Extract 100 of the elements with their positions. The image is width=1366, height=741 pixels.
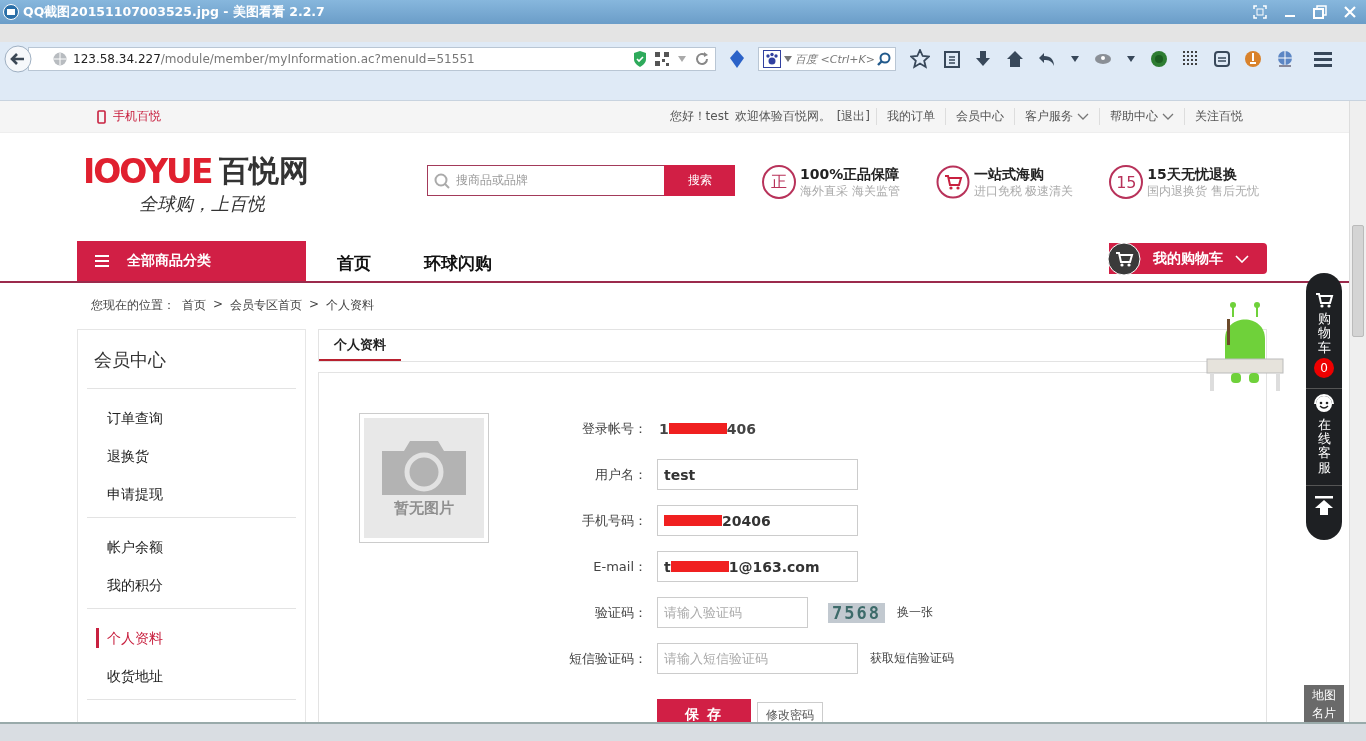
phone-icon xyxy=(97,109,106,124)
sidebar-item[interactable]: 帐户余额 xyxy=(87,528,296,566)
top-link[interactable]: 我的订单 xyxy=(876,108,945,125)
globe-icon xyxy=(53,52,67,66)
breadcrumb-label: 您现在的位置： xyxy=(91,297,175,314)
search-icon[interactable] xyxy=(877,52,891,66)
clipboard-icon[interactable] xyxy=(944,50,960,68)
sidebar-item[interactable]: 订单查询 xyxy=(87,399,296,437)
caret-icon[interactable] xyxy=(1126,55,1136,63)
tab[interactable]: 个人资料 xyxy=(319,330,401,361)
nav-link[interactable]: 首页 xyxy=(337,252,393,281)
up-arrow-icon xyxy=(1314,496,1334,517)
slogan-text: 全球购，上百悦 xyxy=(139,192,266,216)
caret-icon[interactable] xyxy=(1070,55,1080,63)
grid-icon[interactable] xyxy=(1182,50,1200,68)
sms-code-link[interactable]: 获取短信验证码 xyxy=(870,650,954,667)
feature-title: 一站式海购 xyxy=(973,165,1045,184)
map-card-button[interactable]: 地图名片 xyxy=(1304,685,1344,722)
account-value: 1 406 xyxy=(658,420,756,437)
feature-title: 100%正品保障 xyxy=(800,165,900,184)
headset-icon xyxy=(1313,392,1335,415)
captcha-image: 7568 xyxy=(828,602,885,623)
field-label: 短信验证码： xyxy=(568,649,647,668)
ball-icon[interactable] xyxy=(1244,50,1262,68)
search-icon xyxy=(434,172,450,189)
field-label: 登录帐号： xyxy=(581,419,647,438)
search-button[interactable]: 搜索 xyxy=(664,165,735,196)
search-field[interactable]: 百度 <Ctrl+K> xyxy=(758,47,896,71)
download-icon[interactable] xyxy=(974,50,992,68)
field-label: 手机号码： xyxy=(581,511,647,530)
back-button[interactable] xyxy=(4,45,32,73)
field-label: 用户名： xyxy=(594,465,647,484)
mobile-link[interactable]: 手机百悦 xyxy=(97,108,161,125)
save-button[interactable]: 保 存 xyxy=(657,699,751,722)
cart-icon xyxy=(935,165,970,199)
dock-button[interactable]: 购物车 0 xyxy=(1306,287,1342,389)
caret-icon xyxy=(784,56,792,62)
refresh-link[interactable]: 换一张 xyxy=(896,604,933,621)
field-label: 验证码： xyxy=(594,603,647,622)
chevron-down-icon xyxy=(1162,112,1174,121)
top-link[interactable]: 帮助中心 xyxy=(1099,108,1184,125)
top-link[interactable]: 会员中心 xyxy=(945,108,1014,125)
breadcrumb-link[interactable]: 会员专区首页 xyxy=(230,297,303,329)
reader-icon[interactable] xyxy=(1214,51,1230,67)
sidebar-item[interactable]: 个人资料 xyxy=(96,628,296,648)
reload-icon[interactable] xyxy=(695,52,709,66)
greeting-text: 您好！test xyxy=(669,108,729,125)
window-title: QQ截图20151107003525.jpg - 美图看看 2.2.7 xyxy=(23,3,325,21)
feature-subtitle: 进口免税 极速清关 xyxy=(973,183,1074,199)
input-field[interactable]: test xyxy=(657,459,858,490)
nav-link[interactable]: 环球闪购 xyxy=(424,252,492,281)
address-field[interactable]: 123.58.34.227/module/member/myInformation.ac?menuId=51551 xyxy=(28,47,716,71)
restore-icon[interactable] xyxy=(1312,4,1328,20)
search-placeholder: 百度 <Ctrl+K> xyxy=(795,51,874,67)
change-password-button[interactable]: 修改密码 xyxy=(757,702,823,722)
chevron-down-icon xyxy=(1077,112,1089,121)
sidebar-item[interactable]: 我的积分 xyxy=(87,566,296,604)
undo-icon[interactable] xyxy=(1038,51,1056,67)
gem-icon[interactable] xyxy=(730,50,744,68)
badge-icon: 正 xyxy=(762,165,797,199)
app-icon xyxy=(3,4,19,20)
top-link[interactable]: 关注百悦 xyxy=(1184,108,1253,125)
feature-title: 15天无忧退换 xyxy=(1147,165,1238,184)
scrollbar-thumb[interactable] xyxy=(1352,225,1364,337)
count-badge: 0 xyxy=(1314,357,1334,378)
avatar-text: 暂无图片 xyxy=(394,498,454,518)
cart-icon xyxy=(1314,291,1334,309)
round-circle-icon[interactable] xyxy=(1150,50,1168,68)
cart-button[interactable]: 我的购物车 xyxy=(1109,243,1267,274)
chevron-down-icon xyxy=(1235,254,1249,263)
sidebar-item[interactable]: 退换货 xyxy=(87,437,296,475)
dock-button[interactable]: 在线客服 xyxy=(1306,388,1342,487)
home-icon[interactable] xyxy=(1006,50,1024,68)
scrollbar[interactable] xyxy=(1349,101,1366,722)
breadcrumb-separator: > xyxy=(309,297,320,313)
input-field[interactable]: 20406 xyxy=(657,505,858,536)
globe-icon[interactable] xyxy=(1276,50,1294,68)
badge-icon: 15 xyxy=(1109,165,1144,199)
breadcrumb-separator: > xyxy=(213,297,224,313)
paw-icon xyxy=(763,50,781,68)
breadcrumb-link[interactable]: 个人资料 xyxy=(326,297,375,329)
qr-code-icon[interactable] xyxy=(655,52,669,66)
breadcrumb-link[interactable]: 首页 xyxy=(182,297,206,329)
camera-icon xyxy=(382,438,466,495)
mouse-icon[interactable] xyxy=(1094,52,1112,66)
input-field[interactable]: t 1@163.com xyxy=(657,551,858,582)
logo-text: IOOYUE xyxy=(83,152,212,191)
logo-text: 百悦网 xyxy=(219,152,310,190)
star-icon[interactable] xyxy=(910,49,930,69)
sidebar-item[interactable]: 申请提现 xyxy=(87,475,296,513)
top-link[interactable]: 客户服务 xyxy=(1014,108,1099,125)
welcome-text: 欢迎体验百悦网。 xyxy=(734,108,831,125)
categories-button[interactable]: 全部商品分类 xyxy=(77,241,306,281)
sidebar-item[interactable]: 收货地址 xyxy=(87,657,296,695)
logout-link[interactable]: [退出] xyxy=(836,108,870,125)
menu-icon[interactable] xyxy=(1314,51,1332,67)
sidebar-title: 会员中心 xyxy=(87,330,296,389)
menu-icon xyxy=(95,255,109,267)
close-icon[interactable] xyxy=(1342,4,1358,20)
feature-subtitle: 国内退换货 售后无忧 xyxy=(1147,183,1259,199)
